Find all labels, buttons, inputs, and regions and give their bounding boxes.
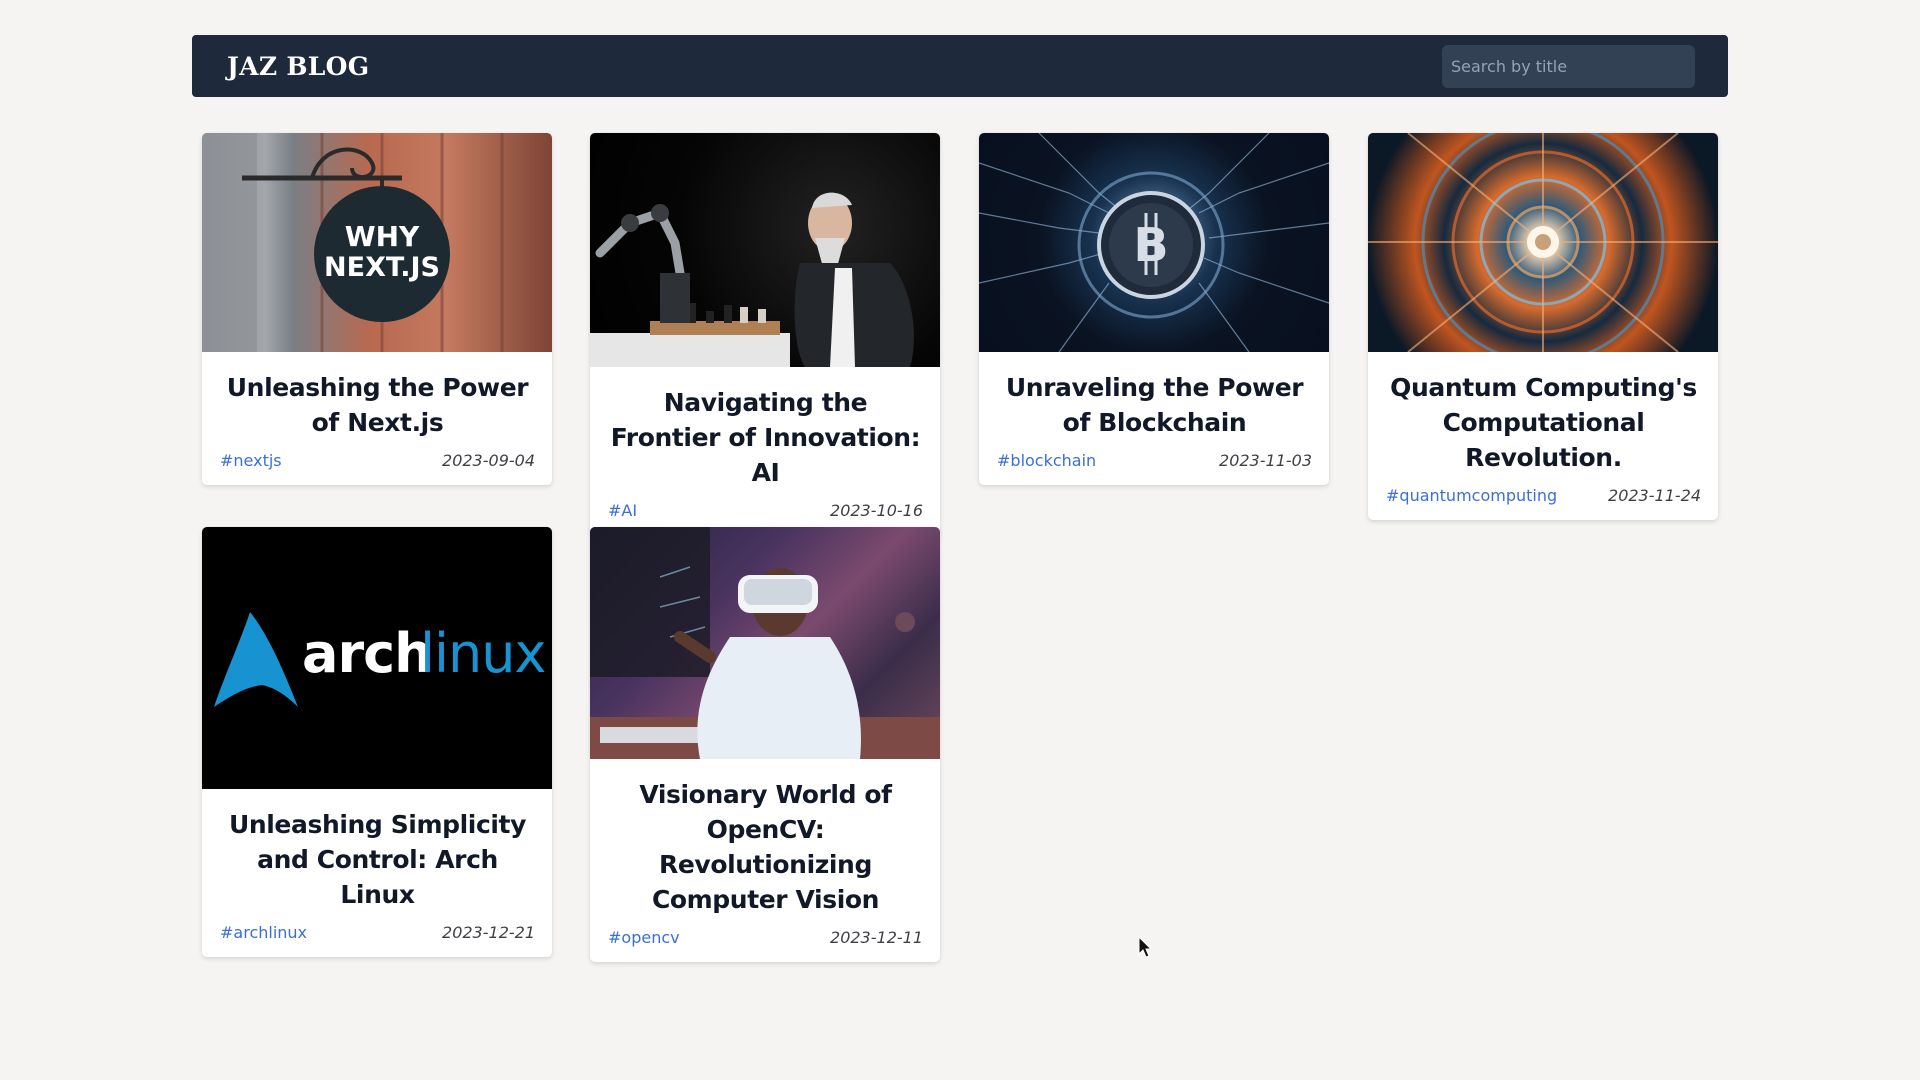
search-input[interactable] bbox=[1442, 44, 1695, 88]
post-tag[interactable]: #opencv bbox=[608, 928, 680, 947]
post-date: 2023-09-04 bbox=[442, 451, 535, 470]
post-date: 2023-10-16 bbox=[830, 501, 923, 520]
svg-text:arch: arch bbox=[302, 622, 432, 685]
post-title[interactable]: Quantum Computing's Computational Revolu… bbox=[1386, 370, 1701, 475]
site-logo[interactable]: JAZ BLOG bbox=[227, 52, 369, 81]
post-card-blockchain[interactable]: B Unraveling the Power of Blockchain #bl… bbox=[979, 133, 1329, 485]
mouse-cursor-icon bbox=[1138, 936, 1153, 958]
post-title[interactable]: Visionary World of OpenCV: Revolutionizi… bbox=[608, 777, 923, 917]
post-tag[interactable]: #blockchain bbox=[997, 451, 1096, 470]
post-date: 2023-12-21 bbox=[442, 923, 535, 942]
post-image-nextjs[interactable]: WHY NEXT.JS bbox=[202, 133, 552, 352]
post-tag[interactable]: #AI bbox=[608, 501, 637, 520]
post-tag[interactable]: #quantumcomputing bbox=[1386, 486, 1557, 505]
post-card-ai[interactable]: Navigating the Frontier of Innovation: A… bbox=[590, 133, 940, 535]
post-card-body: Unleashing the Power of Next.js #nextjs … bbox=[202, 352, 552, 485]
post-title[interactable]: Unleashing Simplicity and Control: Arch … bbox=[220, 807, 535, 912]
post-meta: #AI 2023-10-16 bbox=[608, 501, 923, 520]
nextjs-sign-illustration: WHY NEXT.JS bbox=[202, 133, 504, 352]
ai-chess-illustration bbox=[590, 192, 914, 367]
post-card-nextjs[interactable]: WHY NEXT.JS Unleashing the Power of Next… bbox=[202, 133, 552, 485]
post-meta: #nextjs 2023-09-04 bbox=[220, 451, 535, 470]
post-image-quantum[interactable] bbox=[1368, 133, 1718, 352]
post-card-body: Unraveling the Power of Blockchain #bloc… bbox=[979, 352, 1329, 485]
post-date: 2023-12-11 bbox=[830, 928, 923, 947]
post-image-blockchain[interactable]: B bbox=[979, 133, 1329, 352]
post-card-archlinux[interactable]: arch linux Unleashing Simplicity and Con… bbox=[202, 527, 552, 957]
post-card-body: Navigating the Frontier of Innovation: A… bbox=[590, 367, 940, 535]
post-meta: #quantumcomputing 2023-11-24 bbox=[1386, 486, 1701, 505]
post-date: 2023-11-24 bbox=[1608, 486, 1701, 505]
svg-text:linux: linux bbox=[420, 622, 545, 685]
archlinux-logo: arch linux bbox=[214, 612, 546, 707]
vr-headset-illustration bbox=[590, 527, 940, 759]
svg-text:NEXT.JS: NEXT.JS bbox=[324, 252, 440, 283]
post-card-body: Unleashing Simplicity and Control: Arch … bbox=[202, 789, 552, 957]
post-image-opencv[interactable] bbox=[590, 527, 940, 759]
post-card-opencv[interactable]: Visionary World of OpenCV: Revolutionizi… bbox=[590, 527, 940, 962]
svg-text:WHY: WHY bbox=[345, 220, 420, 253]
post-date: 2023-11-03 bbox=[1219, 451, 1312, 470]
post-meta: #blockchain 2023-11-03 bbox=[997, 451, 1312, 470]
top-navbar: JAZ BLOG bbox=[192, 35, 1728, 97]
post-image-archlinux[interactable]: arch linux bbox=[202, 527, 552, 789]
post-title[interactable]: Navigating the Frontier of Innovation: A… bbox=[608, 385, 923, 490]
post-title[interactable]: Unraveling the Power of Blockchain bbox=[997, 370, 1312, 440]
post-meta: #archlinux 2023-12-21 bbox=[220, 923, 535, 942]
post-title[interactable]: Unleashing the Power of Next.js bbox=[220, 370, 535, 440]
post-meta: #opencv 2023-12-11 bbox=[608, 928, 923, 947]
post-tag[interactable]: #archlinux bbox=[220, 923, 307, 942]
post-card-body: Visionary World of OpenCV: Revolutionizi… bbox=[590, 759, 940, 962]
svg-text:B: B bbox=[1133, 218, 1168, 272]
post-image-ai[interactable] bbox=[590, 133, 940, 367]
quantum-mandala-illustration bbox=[1368, 133, 1718, 352]
bitcoin-coin-illustration: B bbox=[979, 133, 1329, 352]
post-card-body: Quantum Computing's Computational Revolu… bbox=[1368, 352, 1718, 520]
post-card-quantum[interactable]: Quantum Computing's Computational Revolu… bbox=[1368, 133, 1718, 520]
post-tag[interactable]: #nextjs bbox=[220, 451, 282, 470]
